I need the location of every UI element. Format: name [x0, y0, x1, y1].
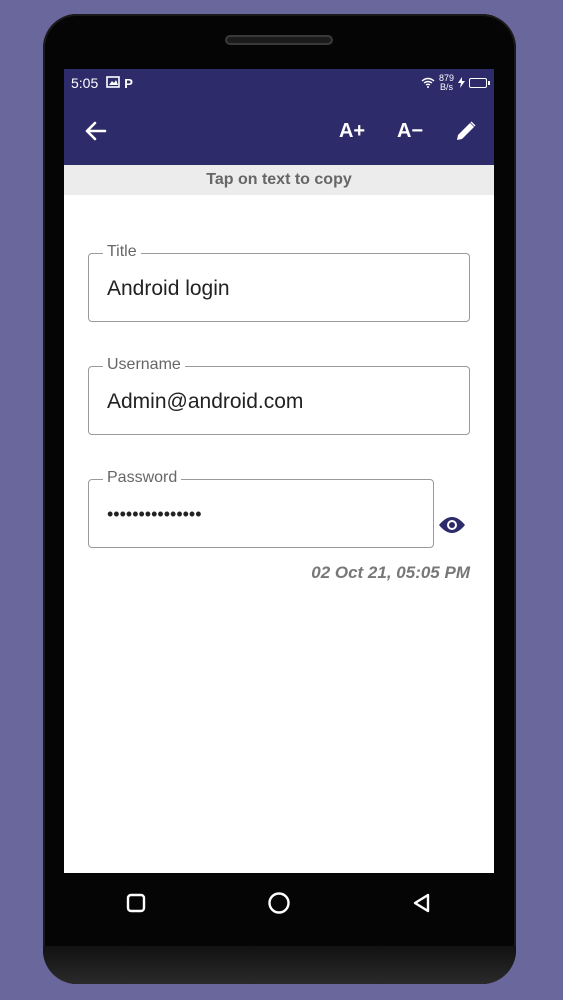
recents-button[interactable]	[116, 883, 156, 923]
phone-frame: 5:05 P 879 B/s A+ A− Tap on text to copy…	[43, 14, 516, 984]
phone-speaker	[225, 35, 333, 45]
back-button[interactable]	[78, 97, 114, 165]
edit-button[interactable]	[448, 97, 484, 165]
nav-back-button[interactable]	[402, 883, 442, 923]
navigation-bar	[64, 873, 494, 933]
battery-icon	[469, 78, 490, 88]
p-icon: P	[124, 75, 133, 91]
title-value[interactable]: Android login	[107, 277, 230, 301]
eye-icon[interactable]	[438, 515, 466, 535]
recents-square-icon	[126, 893, 145, 913]
username-field[interactable]: Username Admin@android.com	[88, 356, 470, 435]
charging-icon	[458, 76, 465, 90]
increase-font-button[interactable]: A+	[332, 97, 372, 165]
gallery-icon	[106, 75, 121, 91]
home-button[interactable]	[259, 883, 299, 923]
status-bar: 5:05 P 879 B/s	[64, 69, 494, 97]
screen: 5:05 P 879 B/s A+ A− Tap on text to copy…	[64, 69, 494, 873]
title-field[interactable]: Title Android login	[88, 243, 470, 322]
arrow-left-icon	[85, 121, 107, 141]
app-bar: A+ A−	[64, 97, 494, 165]
decrease-font-button[interactable]: A−	[390, 97, 430, 165]
password-value[interactable]: •••••••••••••••	[107, 504, 202, 525]
home-circle-icon	[268, 892, 290, 914]
title-label: Title	[103, 243, 141, 261]
wifi-icon	[421, 77, 435, 90]
password-field[interactable]: Password •••••••••••••••	[88, 469, 434, 548]
copy-hint-bar: Tap on text to copy	[64, 165, 494, 195]
username-value[interactable]: Admin@android.com	[107, 390, 303, 414]
status-time: 5:05	[71, 75, 99, 91]
net-speed: 879 B/s	[439, 74, 454, 92]
pencil-icon	[457, 121, 476, 140]
username-label: Username	[103, 356, 185, 374]
net-speed-unit: B/s	[439, 82, 453, 92]
back-triangle-icon	[414, 893, 430, 913]
timestamp: 02 Oct 21, 05:05 PM	[311, 563, 470, 582]
status-right: 879 B/s	[421, 74, 490, 92]
password-label: Password	[103, 469, 182, 487]
phone-chin	[43, 946, 516, 984]
